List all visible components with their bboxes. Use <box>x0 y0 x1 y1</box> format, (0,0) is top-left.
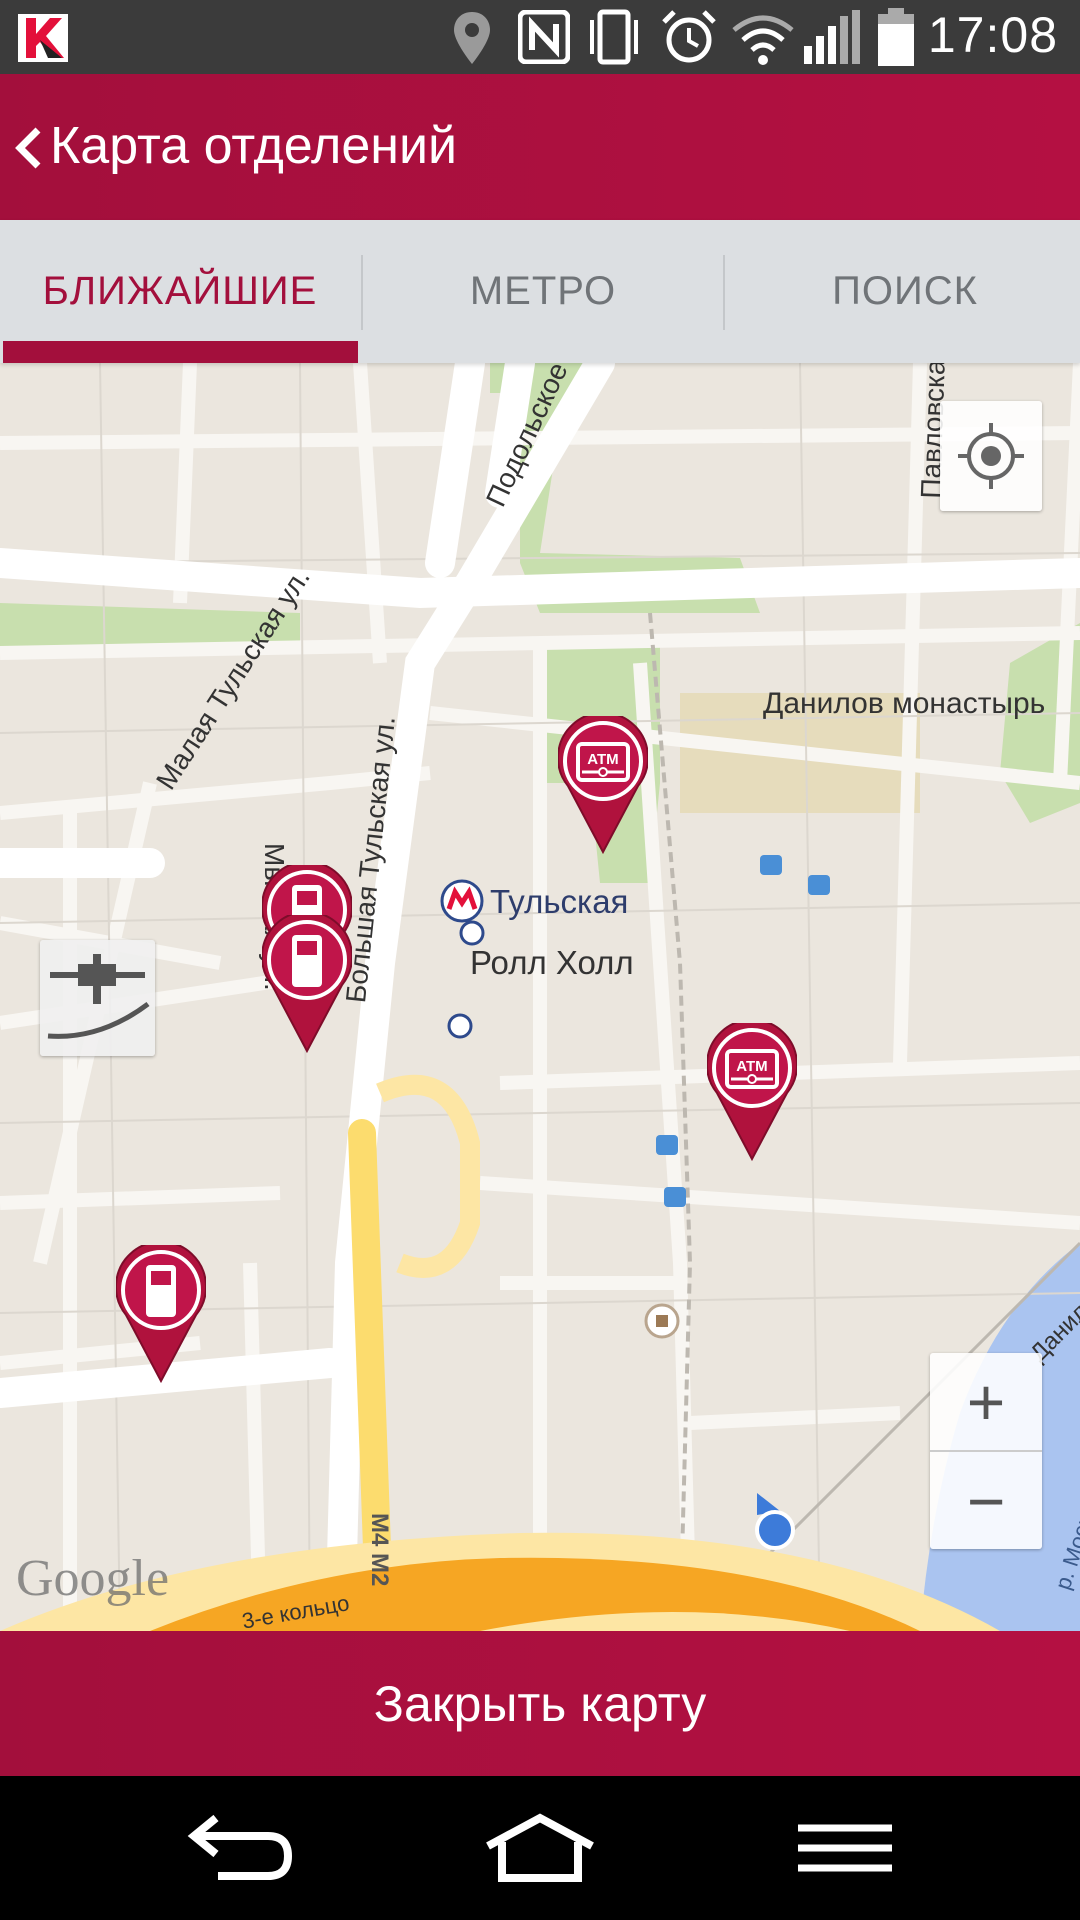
google-attribution: Google <box>16 1550 170 1607</box>
app-bar: Карта отделений <box>0 74 1080 220</box>
close-map-button[interactable]: Закрыть карту <box>0 1631 1080 1776</box>
zoom-in-button[interactable]: + <box>930 1353 1042 1452</box>
location-icon <box>454 12 490 64</box>
chevron-left-icon[interactable] <box>10 124 50 172</box>
tab-bar: БЛИЖАЙШИЕ МЕТРО ПОИСК <box>0 220 1080 363</box>
atm-pin-icon: ATM <box>557 711 649 855</box>
metro-station-label: Тульская <box>490 883 629 920</box>
zoom-out-label: − <box>966 1463 1006 1538</box>
vibrate-icon <box>590 9 638 65</box>
tilt-icon <box>47 954 150 1039</box>
zoom-out-button[interactable]: − <box>930 1452 1042 1549</box>
signal-icon <box>804 10 860 64</box>
street-label: M4 M2 <box>366 1513 393 1587</box>
tab-label: БЛИЖАЙШИЕ <box>42 269 318 313</box>
terminal-pin-icon <box>261 910 353 1054</box>
pin-label: ATM <box>736 1058 767 1075</box>
crosshair-icon <box>958 423 1024 489</box>
battery-icon <box>878 8 914 66</box>
clock: 17:08 <box>927 7 1058 63</box>
tab-search[interactable]: ПОИСК <box>725 220 1080 363</box>
active-tab-indicator <box>3 341 358 363</box>
pin-label: ATM <box>587 751 618 768</box>
atm-pin-icon: ATM <box>706 1018 798 1162</box>
map-base <box>0 363 1080 1631</box>
tab-nearest[interactable]: БЛИЖАЙШИЕ <box>0 220 360 363</box>
zoom-in-label: + <box>966 1364 1006 1439</box>
wifi-icon <box>732 15 794 65</box>
atm-pin[interactable]: ATM <box>706 1018 798 1163</box>
atm-pin[interactable]: ATM <box>557 711 649 856</box>
metro-icon <box>440 879 484 923</box>
kaspersky-icon <box>18 14 68 62</box>
alarm-icon <box>662 10 716 63</box>
page-title: Карта отделений <box>50 117 458 175</box>
tab-label: МЕТРО <box>469 269 617 313</box>
place-label: Ролл Холл <box>470 944 634 981</box>
tilt-button[interactable] <box>40 940 155 1056</box>
terminal-pin-icon <box>115 1240 207 1384</box>
terminal-pin[interactable] <box>261 910 353 1055</box>
my-location-button[interactable] <box>940 401 1042 511</box>
tab-label: ПОИСК <box>832 269 978 313</box>
zoom-controls: + − <box>930 1353 1042 1549</box>
terminal-pin[interactable] <box>115 1240 207 1385</box>
close-map-label: Закрыть карту <box>373 1675 707 1732</box>
tab-metro[interactable]: МЕТРО <box>363 220 723 363</box>
back-arrow-icon[interactable] <box>178 1806 298 1890</box>
nfc-icon <box>518 10 570 64</box>
map-view[interactable]: Мытная ул. Подольское ш. Павловская ул. … <box>0 363 1080 1631</box>
home-icon[interactable] <box>480 1806 600 1890</box>
place-label: Данилов монастырь <box>763 687 1046 720</box>
status-bar: 17:08 <box>0 0 1080 74</box>
navigation-bar <box>0 1776 1080 1920</box>
menu-icon[interactable] <box>782 1806 902 1890</box>
